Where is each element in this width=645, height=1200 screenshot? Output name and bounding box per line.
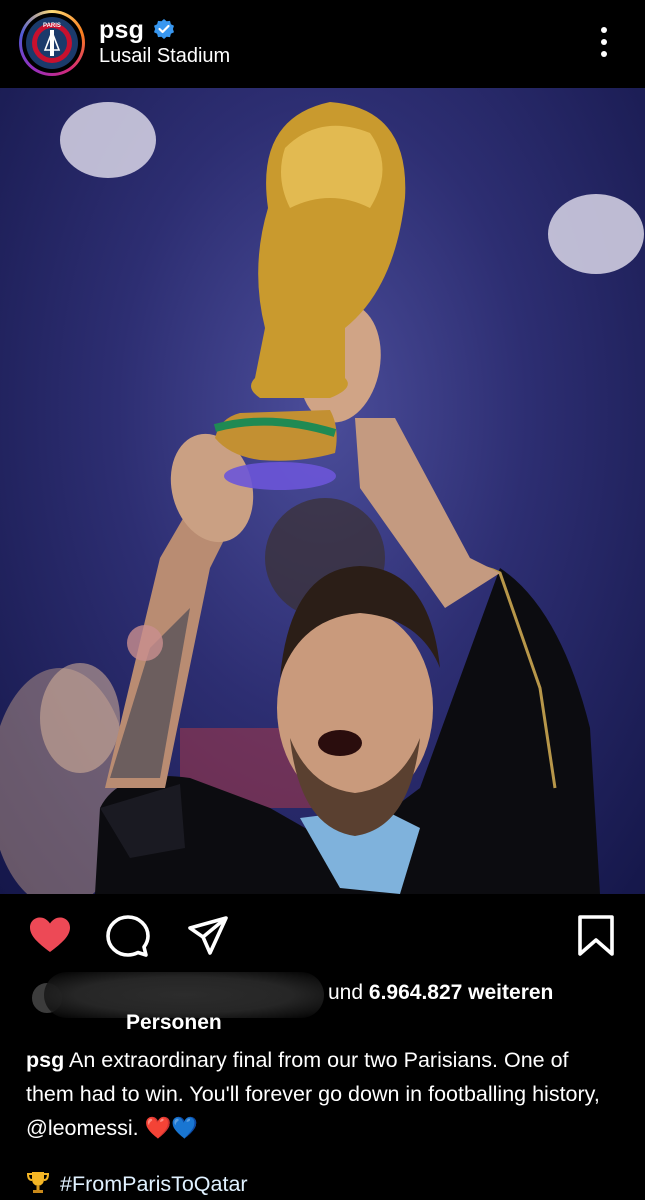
caption-hashtag[interactable]: #FromParisToQatar <box>60 1172 248 1196</box>
likes-people-label[interactable]: Personen <box>126 1011 222 1035</box>
likes-suffix[interactable]: weiteren <box>468 981 553 1004</box>
action-bar <box>0 894 645 974</box>
post-header: PARIS psg Lusail Stadium <box>0 0 645 88</box>
comment-icon[interactable] <box>106 914 150 958</box>
share-icon[interactable] <box>186 914 230 958</box>
stadium-light <box>548 194 644 274</box>
likes-summary[interactable]: und 6.964.827 weiteren Personen <box>0 972 645 1035</box>
post-location[interactable]: Lusail Stadium <box>99 45 230 68</box>
stadium-light <box>60 102 156 178</box>
svg-text:PARIS: PARIS <box>43 23 61 29</box>
likes-prefix: und <box>328 981 364 1004</box>
post-caption: psg An extraordinary final from our two … <box>26 1043 616 1145</box>
hashtag-line: #FromParisToQatar <box>26 1170 248 1197</box>
bookmark-icon[interactable] <box>574 914 618 958</box>
psg-logo: PARIS <box>26 17 78 69</box>
verified-icon <box>154 19 174 39</box>
more-options-icon[interactable] <box>594 24 614 60</box>
photo-illustration <box>0 102 644 894</box>
post-username[interactable]: psg <box>99 16 144 45</box>
trophy-icon <box>26 1172 50 1193</box>
likes-count[interactable]: 6.964.827 <box>369 981 462 1004</box>
post-image[interactable] <box>0 88 645 894</box>
profile-avatar[interactable]: PARIS <box>19 10 85 76</box>
heart-icon[interactable] <box>28 914 72 958</box>
likes-line: und 6.964.827 weiteren <box>328 981 553 1005</box>
caption-text: An extraordinary final from our two Pari… <box>26 1048 600 1140</box>
caption-username[interactable]: psg <box>26 1048 64 1072</box>
